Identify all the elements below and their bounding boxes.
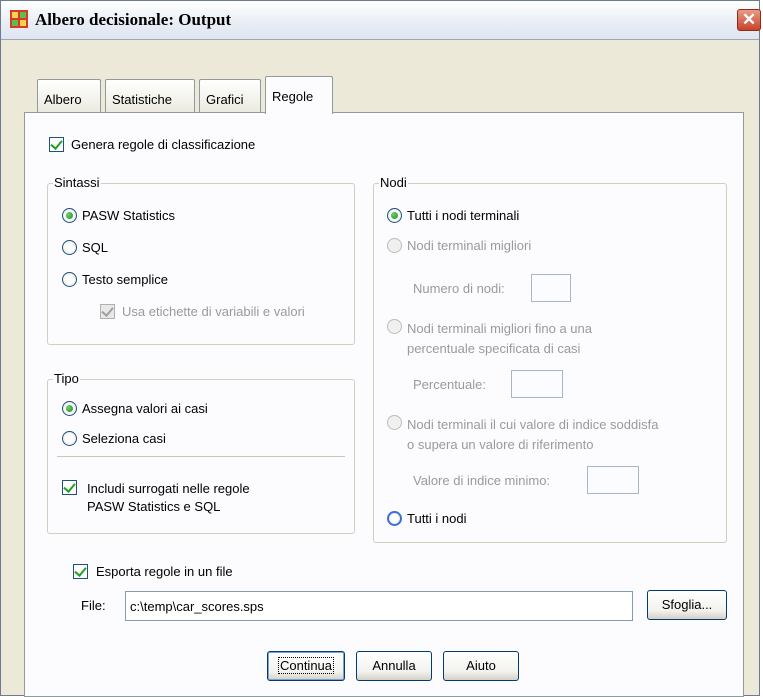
num-nodes-input[interactable] bbox=[531, 274, 571, 302]
nodes-index-radio[interactable] bbox=[387, 415, 402, 430]
file-path-input[interactable]: c:\temp\car_scores.sps bbox=[125, 591, 633, 621]
index-line1: Nodi terminali il cui valore di indice s… bbox=[407, 417, 659, 432]
type-divider bbox=[57, 456, 345, 457]
surrogates-label-line2: PASW Statistics e SQL bbox=[87, 499, 221, 514]
export-rules-checkbox[interactable] bbox=[73, 564, 88, 579]
export-rules-label: Esporta regole in un file bbox=[96, 564, 233, 579]
nodes-best-percent-label: Nodi terminali migliori fino a una perce… bbox=[407, 319, 592, 359]
use-labels-label: Usa etichette di variabili e valori bbox=[122, 304, 305, 319]
syntax-sql-radio[interactable] bbox=[62, 240, 77, 255]
percent-input[interactable] bbox=[511, 370, 563, 398]
type-select-label: Seleziona casi bbox=[82, 431, 166, 446]
continue-label: Continua bbox=[277, 657, 335, 674]
tab-regole[interactable]: Regole bbox=[265, 76, 333, 114]
index-line2: o supera un valore di riferimento bbox=[407, 437, 594, 452]
close-button[interactable]: ✕ bbox=[737, 9, 761, 31]
help-button[interactable]: Aiuto bbox=[443, 651, 519, 681]
type-legend: Tipo bbox=[53, 371, 80, 386]
nodes-group bbox=[373, 183, 727, 543]
dialog-window: Albero decisionale: Output ✕ Albero Stat… bbox=[0, 0, 761, 697]
best-percent-line2: percentuale specificata di casi bbox=[407, 341, 581, 356]
generate-rules-checkbox[interactable] bbox=[49, 137, 64, 152]
nodes-all-radio[interactable] bbox=[387, 511, 402, 526]
surrogates-checkbox[interactable] bbox=[62, 480, 77, 495]
browse-button[interactable]: Sfoglia... bbox=[647, 590, 727, 620]
syntax-plain-text-label: Testo semplice bbox=[82, 272, 168, 287]
title-bar[interactable]: Albero decisionale: Output ✕ bbox=[1, 1, 761, 40]
type-assign-label: Assegna valori ai casi bbox=[82, 401, 208, 416]
nodes-index-label: Nodi terminali il cui valore di indice s… bbox=[407, 415, 658, 455]
surrogates-label-line1: Includi surrogati nelle regole bbox=[87, 481, 250, 496]
generate-rules-label: Genera regole di classificazione bbox=[71, 137, 256, 152]
tab-statistiche[interactable]: Statistiche bbox=[105, 79, 195, 112]
nodes-all-terminal-radio[interactable] bbox=[387, 208, 402, 223]
nodes-best-percent-radio[interactable] bbox=[387, 319, 402, 334]
surrogates-label: Includi surrogati nelle regole PASW Stat… bbox=[87, 480, 250, 516]
syntax-pasw-label: PASW Statistics bbox=[82, 208, 175, 223]
close-icon: ✕ bbox=[741, 10, 757, 29]
tree-app-icon bbox=[10, 10, 28, 28]
min-index-label: Valore di indice minimo: bbox=[413, 473, 551, 488]
tab-grafici[interactable]: Grafici bbox=[199, 79, 261, 112]
continue-button[interactable]: Continua bbox=[267, 651, 345, 681]
syntax-sql-label: SQL bbox=[82, 240, 109, 255]
num-nodes-label: Numero di nodi: bbox=[413, 281, 505, 296]
cancel-button[interactable]: Annulla bbox=[356, 651, 432, 681]
file-label: File: bbox=[81, 598, 106, 613]
type-select-radio[interactable] bbox=[62, 431, 77, 446]
nodes-best-terminal-radio[interactable] bbox=[387, 238, 402, 253]
min-index-input[interactable] bbox=[587, 466, 639, 494]
nodes-best-terminal-label: Nodi terminali migliori bbox=[407, 238, 532, 253]
syntax-legend: Sintassi bbox=[53, 175, 101, 190]
use-labels-checkbox[interactable] bbox=[100, 304, 115, 319]
percent-label: Percentuale: bbox=[413, 377, 486, 392]
window-title: Albero decisionale: Output bbox=[35, 10, 232, 29]
nodes-all-terminal-label: Tutti i nodi terminali bbox=[407, 208, 520, 223]
tab-albero[interactable]: Albero bbox=[37, 79, 101, 112]
rules-tab-panel: Genera regole di classificazione Sintass… bbox=[24, 112, 744, 697]
best-percent-line1: Nodi terminali migliori fino a una bbox=[407, 321, 592, 336]
nodes-legend: Nodi bbox=[379, 175, 408, 190]
syntax-pasw-radio[interactable] bbox=[62, 208, 77, 223]
type-assign-radio[interactable] bbox=[62, 401, 77, 416]
nodes-all-label: Tutti i nodi bbox=[407, 511, 467, 526]
syntax-plain-text-radio[interactable] bbox=[62, 272, 77, 287]
